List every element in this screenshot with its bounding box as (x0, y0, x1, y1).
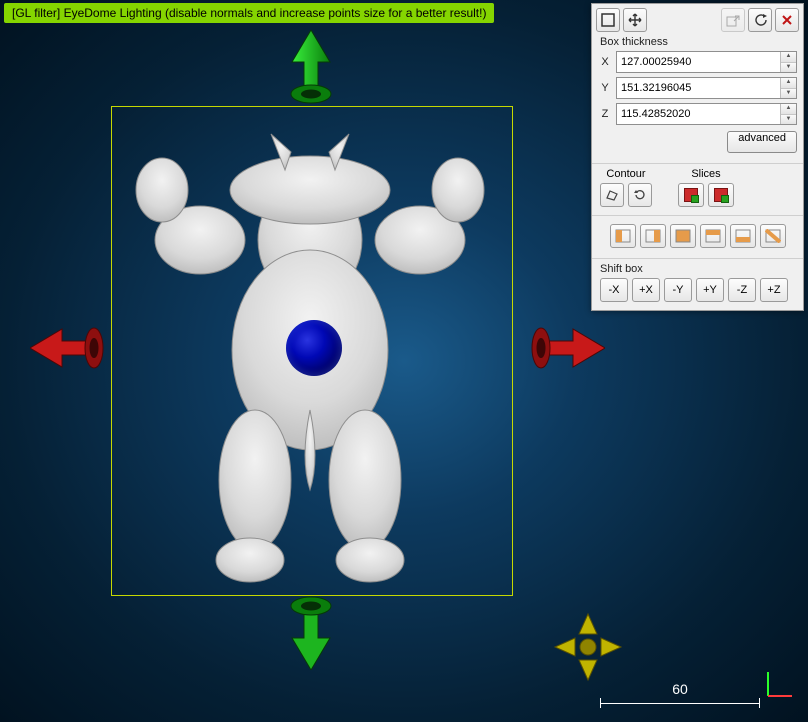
gizmo-arrow-down[interactable] (288, 590, 334, 670)
restore-view-button[interactable] (596, 8, 620, 32)
gl-filter-banner: [GL filter] EyeDome Lighting (disable no… (4, 3, 494, 23)
gizmo-arrow-left[interactable] (30, 325, 110, 371)
3d-viewport[interactable]: [GL filter] EyeDome Lighting (disable no… (0, 0, 808, 722)
y-thickness-input[interactable]: 151.32196045 ▲▼ (616, 77, 797, 99)
shift-minus-z-button[interactable]: -Z (728, 278, 756, 302)
contour-extract-button[interactable] (600, 183, 624, 207)
contour-label: Contour (606, 168, 645, 180)
gizmo-arrow-right[interactable] (525, 325, 605, 371)
shift-plus-x-button[interactable]: +X (632, 278, 660, 302)
x-thickness-input[interactable]: 127.00025940 ▲▼ (616, 51, 797, 73)
shift-box-label: Shift box (600, 263, 799, 275)
slice-multi-button[interactable] (708, 183, 734, 207)
slices-label: Slices (691, 168, 720, 180)
scale-bar: 60 (600, 681, 760, 704)
contour-refresh-button[interactable] (628, 183, 652, 207)
reset-button[interactable] (748, 8, 772, 32)
shift-minus-x-button[interactable]: -X (600, 278, 628, 302)
box-thickness-label: Box thickness (600, 36, 799, 48)
ortho-bottom-button[interactable] (760, 224, 786, 248)
z-thickness-input[interactable]: 115.42852020 ▲▼ (616, 103, 797, 125)
x-axis-label: X (598, 56, 612, 68)
shift-plus-z-button[interactable]: +Z (760, 278, 788, 302)
gizmo-center-sphere[interactable] (286, 320, 342, 376)
ortho-front-button[interactable] (610, 224, 636, 248)
y-spinner[interactable]: ▲▼ (780, 78, 796, 98)
slice-single-button[interactable] (678, 183, 704, 207)
ortho-back-button[interactable] (640, 224, 666, 248)
z-axis-label: Z (598, 108, 612, 120)
x-thickness-value: 127.00025940 (617, 56, 780, 68)
advanced-button[interactable]: advanced (727, 131, 797, 153)
scale-value: 60 (672, 681, 688, 697)
export-selection-button[interactable] (721, 8, 745, 32)
cross-section-panel: Box thickness X 127.00025940 ▲▼ Y 151.32… (591, 3, 804, 311)
ortho-left-button[interactable] (670, 224, 696, 248)
y-axis-label: Y (598, 82, 612, 94)
shift-plus-y-button[interactable]: +Y (696, 278, 724, 302)
z-thickness-value: 115.42852020 (617, 108, 780, 120)
z-spinner[interactable]: ▲▼ (780, 104, 796, 124)
shift-minus-y-button[interactable]: -Y (664, 278, 692, 302)
ortho-right-button[interactable] (700, 224, 726, 248)
move-mode-button[interactable] (623, 8, 647, 32)
y-thickness-value: 151.32196045 (617, 82, 780, 94)
nav-compass[interactable] (553, 612, 623, 682)
axis-trihedron (762, 668, 796, 702)
gizmo-arrow-up[interactable] (288, 30, 334, 110)
ortho-top-button[interactable] (730, 224, 756, 248)
x-spinner[interactable]: ▲▼ (780, 52, 796, 72)
close-button[interactable] (775, 8, 799, 32)
